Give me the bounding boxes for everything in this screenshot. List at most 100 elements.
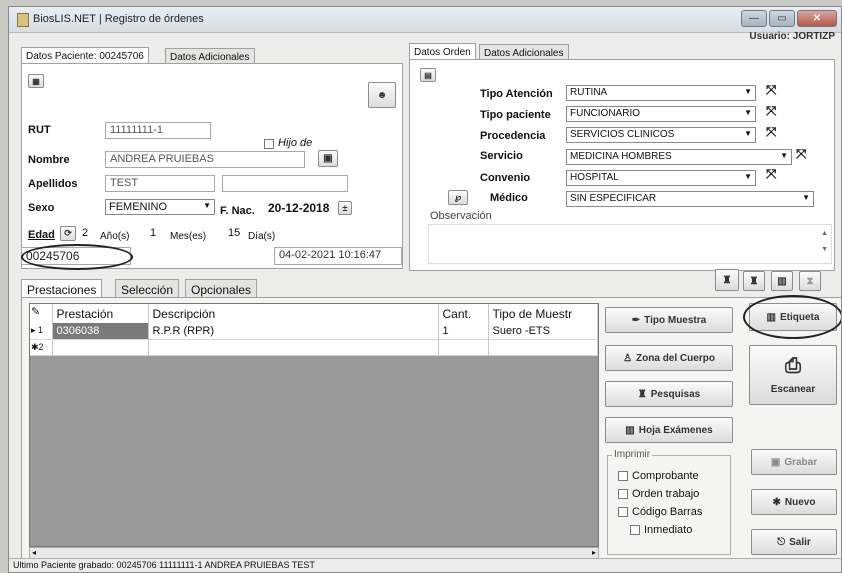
codigo-barras-option[interactable]: Código Barras <box>618 506 702 518</box>
col-cant[interactable]: Cant. <box>438 304 489 323</box>
dias-value: 15 <box>228 227 241 239</box>
cell-prestacion[interactable]: 0306038 <box>52 323 149 340</box>
apellido1-field[interactable]: TEST <box>105 175 215 192</box>
zona-cuerpo-button[interactable]: ♙ Zona del Cuerpo <box>605 345 733 371</box>
hoja-examenes-button[interactable]: ▥ Hoja Exámenes <box>605 417 733 443</box>
orden-trabajo-option[interactable]: Orden trabajo <box>618 488 699 500</box>
col-descripcion[interactable]: Descripción <box>148 304 439 323</box>
clear-tipo-atencion-icon[interactable]: ⤧ <box>766 82 786 98</box>
chevron-down-icon: ▼ <box>203 201 211 210</box>
meses-value: 1 <box>150 227 157 239</box>
tipo-muestra-button[interactable]: ✒ Tipo Muestra <box>605 307 733 333</box>
hourglass-icon[interactable]: ⧗ <box>799 271 821 291</box>
main-window: BiosLIS.NET | Registro de órdenes — ▭ ✕ … <box>8 6 842 573</box>
clear-convenio-icon[interactable]: ⤧ <box>766 166 786 182</box>
apellido2-field[interactable] <box>222 175 348 192</box>
grabar-button[interactable]: ▣ Grabar <box>751 449 837 475</box>
calendar-spin-icon[interactable]: ± <box>338 201 352 215</box>
imprimir-label: Imprimir <box>612 449 653 460</box>
cell-descripcion[interactable]: R.P.R (RPR) <box>148 323 439 340</box>
comprobante-checkbox[interactable] <box>618 471 628 482</box>
cell-cant[interactable]: 1 <box>438 323 489 340</box>
medico-lookup-icon[interactable]: ℘ <box>448 190 468 205</box>
title-bar: BiosLIS.NET | Registro de órdenes — ▭ ✕ <box>9 7 841 33</box>
row-marker: ▸ 1 <box>30 323 53 340</box>
window-title: BiosLIS.NET | Registro de órdenes <box>33 13 204 25</box>
save-icon: ▣ <box>770 456 781 468</box>
user-label: Usuario: JORTIZP <box>749 31 835 42</box>
salir-button[interactable]: ⎋ Salir <box>751 529 837 555</box>
tipo-atencion-select[interactable]: RUTINA ▼ <box>566 85 756 101</box>
keyboard-icon[interactable]: ▦ <box>28 74 44 88</box>
fnac-value[interactable]: 20-12-2018 <box>268 201 329 215</box>
chevron-down-icon: ▼ <box>780 151 788 160</box>
sexo-select[interactable]: FEMENINO ▼ <box>105 199 215 215</box>
dias-label: Día(s) <box>248 231 276 242</box>
escanear-button[interactable]: ⎙ Escanear <box>749 345 837 405</box>
order-date-field: 04-02-2021 10:16:47 <box>274 247 402 265</box>
inmediato-option[interactable]: Inmediato <box>630 524 692 536</box>
observacion-field[interactable] <box>428 224 832 264</box>
clear-tipo-paciente-icon[interactable]: ⤧ <box>766 103 786 119</box>
highlight-oval-etiqueta <box>743 295 841 339</box>
binoculars-icon[interactable]: ♜ <box>743 271 765 291</box>
medico-select[interactable]: SIN ESPECIFICAR ▼ <box>566 191 814 207</box>
new-icon: ✱ <box>772 496 781 508</box>
apellidos-label: Apellidos <box>28 178 78 190</box>
servicio-label: Servicio <box>480 150 523 162</box>
chevron-down-icon: ▼ <box>744 129 752 138</box>
patient-search-icon[interactable]: ☻ <box>368 82 396 108</box>
pipette-icon: ✒ <box>631 314 641 326</box>
cell-tipo-muestra[interactable]: Suero -ETS <box>488 323 598 340</box>
prestaciones-grid: Prestación Descripción Cant. Tipo de Mue… <box>29 303 599 547</box>
sexo-label: Sexo <box>28 202 55 214</box>
procedencia-select[interactable]: SERVICIOS CLINICOS ▼ <box>566 127 756 143</box>
col-tipo-muestra[interactable]: Tipo de Muestr <box>488 304 598 323</box>
rut-label: RUT <box>28 124 51 136</box>
scroll-down-icon[interactable]: ▼ <box>821 246 828 253</box>
age-calc-icon[interactable]: ⟳ <box>60 226 76 241</box>
codigo-barras-checkbox[interactable] <box>618 507 628 518</box>
scroll-up-icon[interactable]: ▲ <box>821 230 828 237</box>
id-card-icon[interactable]: ▣ <box>318 150 338 167</box>
table-row[interactable]: ✱2 <box>30 339 598 356</box>
cell-tipo-muestra[interactable] <box>488 339 598 356</box>
medico-label: Médico <box>490 192 528 204</box>
nombre-field[interactable]: ANDREA PRUIEBAS <box>105 151 305 168</box>
binoculars-icon: ♜ <box>637 388 647 400</box>
fnac-label: F. Nac. <box>220 205 255 217</box>
maximize-button[interactable]: ▭ <box>769 10 795 27</box>
scroll-left-icon[interactable]: ◂ <box>32 548 36 557</box>
col-prestacion[interactable]: Prestación <box>52 304 149 323</box>
orden-trabajo-checkbox[interactable] <box>618 489 628 500</box>
close-button[interactable]: ✕ <box>797 10 837 27</box>
chevron-down-icon: ▼ <box>744 172 752 181</box>
tipo-paciente-select[interactable]: FUNCIONARIO ▼ <box>566 106 756 122</box>
inmediato-checkbox[interactable] <box>630 525 640 536</box>
observacion-label: Observación <box>430 210 492 222</box>
cell-descripcion[interactable] <box>148 339 439 356</box>
nuevo-button[interactable]: ✱ Nuevo <box>751 489 837 515</box>
rut-field[interactable]: 11111111-1 <box>105 122 211 139</box>
clear-procedencia-icon[interactable]: ⤧ <box>766 124 786 140</box>
pesquisa-icon[interactable]: ♜ <box>715 269 739 291</box>
pesquisas-button[interactable]: ♜ Pesquisas <box>605 381 733 407</box>
comprobante-option[interactable]: Comprobante <box>618 470 699 482</box>
minimize-button[interactable]: — <box>741 10 767 27</box>
scroll-right-icon[interactable]: ▸ <box>592 548 596 557</box>
hijo-de-checkbox[interactable] <box>264 139 274 149</box>
cell-prestacion[interactable] <box>52 339 149 356</box>
table-row[interactable]: ▸ 1 0306038 R.P.R (RPR) 1 Suero -ETS <box>30 323 598 340</box>
edit-order-icon[interactable]: ▤ <box>420 68 436 82</box>
pin-icon: ✎ <box>31 306 41 318</box>
tipo-atencion-label: Tipo Atención <box>480 88 553 100</box>
chevron-down-icon: ▼ <box>744 108 752 117</box>
chart-icon[interactable]: ▥ <box>771 271 793 291</box>
imprimir-group: Imprimir Comprobante Orden trabajo Códig… <box>607 449 731 555</box>
cell-cant[interactable] <box>438 339 489 356</box>
convenio-select[interactable]: HOSPITAL ▼ <box>566 170 756 186</box>
servicio-select[interactable]: MEDICINA HOMBRES ▼ <box>566 149 792 165</box>
nombre-label: Nombre <box>28 154 70 166</box>
edad-label: Edad <box>28 229 55 241</box>
clear-servicio-icon[interactable]: ⤧ <box>796 146 816 162</box>
